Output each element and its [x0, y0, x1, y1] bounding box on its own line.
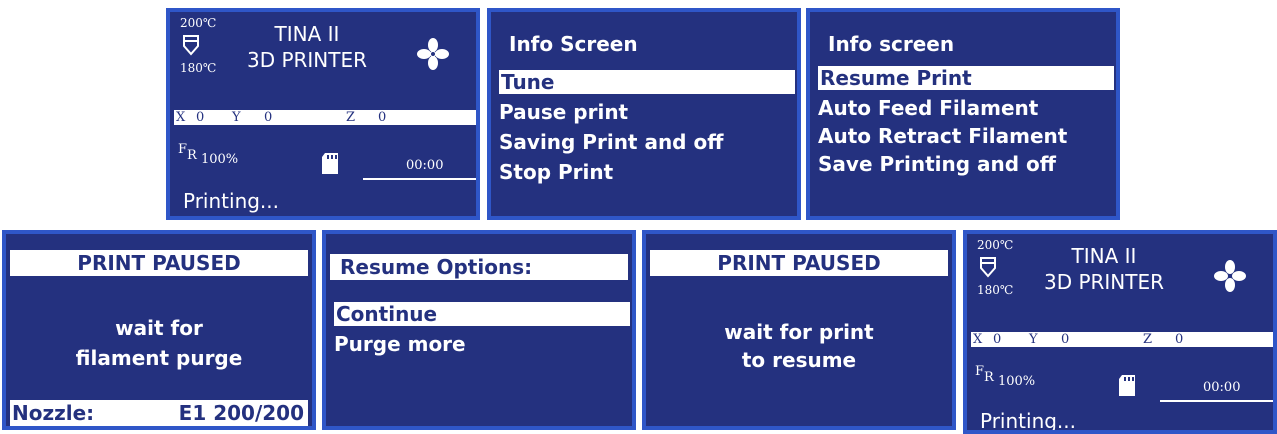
feedrate: FR 100% — [975, 364, 1035, 389]
info-screen-title: Info Screen — [509, 32, 638, 56]
z-label: Z — [1143, 332, 1153, 347]
menu-item-resume-print[interactable]: Resume Print — [818, 66, 1114, 90]
print-paused-title: PRINT PAUSED — [717, 251, 881, 275]
y-value: 0 — [1061, 332, 1070, 347]
print-time: 00:00 — [1203, 380, 1241, 395]
fan-icon — [417, 38, 449, 74]
wait-message-line2: filament purge — [75, 346, 243, 370]
z-value: 0 — [378, 110, 387, 125]
resume-options-title: Resume Options: — [340, 255, 533, 279]
wait-message-line1: wait for — [115, 316, 203, 340]
print-paused-purge-screen: PRINT PAUSED wait for filament purge Noz… — [2, 230, 316, 430]
info-screen-2: Info screen Resume Print Auto Feed Filam… — [806, 8, 1120, 220]
nozzle-label: Nozzle: — [12, 401, 95, 425]
feedrate-f: F — [975, 364, 985, 379]
info-screen-title: Info screen — [828, 32, 955, 56]
menu-item-saving-print-off[interactable]: Saving Print and off — [499, 130, 723, 154]
menu-item-continue[interactable]: Continue — [334, 302, 630, 326]
sd-card-icon — [320, 152, 340, 180]
sd-card-icon — [1117, 374, 1137, 402]
status-screen-bottom: 200℃ 180℃ TINA II 3D PRINTER X 0 Y 0 Z 0… — [963, 230, 1277, 434]
x-label: X — [973, 332, 983, 347]
menu-item-auto-feed-filament[interactable]: Auto Feed Filament — [818, 96, 1038, 120]
printer-name-line2: 3D PRINTER — [246, 48, 368, 72]
fan-icon — [1214, 260, 1246, 296]
target-temp: 200℃ — [977, 238, 1014, 252]
printer-name-line1: TINA II — [274, 22, 340, 46]
feedrate-f: F — [178, 142, 188, 157]
menu-item-auto-retract-filament[interactable]: Auto Retract Filament — [818, 124, 1067, 148]
y-label: Y — [232, 110, 241, 125]
info-screen-1: Info Screen Tune Pause print Saving Prin… — [487, 8, 801, 220]
print-time: 00:00 — [406, 158, 444, 173]
menu-item-tune[interactable]: Tune — [499, 70, 795, 94]
current-temp: 180℃ — [977, 283, 1014, 297]
wait-message-line1: wait for print — [724, 320, 874, 344]
print-paused-resume-screen: PRINT PAUSED wait for print to resume — [642, 230, 956, 430]
target-temp: 200℃ — [180, 16, 217, 30]
status-message: Printing... — [183, 189, 280, 213]
print-paused-title: PRINT PAUSED — [77, 251, 241, 275]
nozzle-value: E1 200/200 — [178, 401, 304, 425]
coordinate-bar: X 0 Y 0 Z 0 — [174, 110, 476, 125]
wait-message-line2: to resume — [741, 348, 857, 372]
nozzle-icon — [182, 34, 200, 60]
menu-item-save-printing-off[interactable]: Save Printing and off — [818, 152, 1056, 176]
nozzle-icon — [979, 256, 997, 282]
progress-line — [1160, 400, 1273, 402]
coordinate-bar: X 0 Y 0 Z 0 — [971, 332, 1273, 347]
feedrate-r: R — [984, 370, 994, 385]
status-screen-top: 200℃ 180℃ TINA II 3D PRINTER X 0 Y 0 Z 0… — [166, 8, 480, 220]
current-temp: 180℃ — [180, 61, 217, 75]
feedrate-r: R — [187, 148, 197, 163]
feedrate: FR 100% — [178, 142, 238, 167]
x-value: 0 — [993, 332, 1002, 347]
z-label: Z — [346, 110, 356, 125]
z-value: 0 — [1175, 332, 1184, 347]
progress-line — [363, 178, 476, 180]
menu-item-purge-more[interactable]: Purge more — [334, 332, 466, 356]
status-message: Printing... — [980, 409, 1077, 433]
menu-item-stop-print[interactable]: Stop Print — [499, 160, 613, 184]
y-label: Y — [1029, 332, 1038, 347]
printer-name-line1: TINA II — [1071, 244, 1137, 268]
menu-item-pause-print[interactable]: Pause print — [499, 100, 628, 124]
feedrate-value: 100% — [997, 374, 1036, 389]
y-value: 0 — [264, 110, 273, 125]
printer-name-line2: 3D PRINTER — [1043, 270, 1165, 294]
feedrate-value: 100% — [200, 152, 239, 167]
x-label: X — [176, 110, 186, 125]
resume-options-screen: Resume Options: Continue Purge more — [322, 230, 636, 430]
x-value: 0 — [196, 110, 205, 125]
